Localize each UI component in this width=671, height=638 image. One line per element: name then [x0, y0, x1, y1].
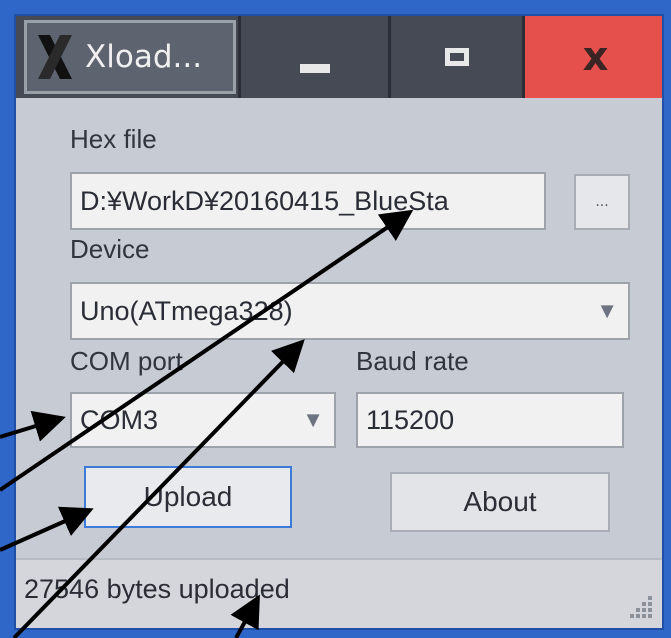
browse-label: ... — [595, 194, 609, 210]
hex-file-input[interactable]: D:¥WorkD¥20160415_BlueSta — [70, 172, 546, 230]
minimize-icon — [299, 63, 330, 73]
chevron-down-icon: ▼ — [302, 407, 324, 432]
xloader-window: Xload... x Hex file D:¥WorkD¥20160415_Bl… — [14, 14, 664, 630]
minimize-button[interactable] — [238, 16, 388, 98]
maximize-icon — [444, 48, 469, 66]
device-label: Device — [70, 234, 150, 264]
hex-file-value: D:¥WorkD¥20160415_BlueSta — [80, 185, 449, 216]
about-button[interactable]: About — [390, 472, 610, 532]
maximize-button[interactable] — [388, 16, 522, 98]
status-text: 27546 bytes uploaded — [24, 574, 290, 604]
window-title: Xload... — [85, 39, 203, 75]
xloader-logo-icon — [35, 32, 75, 82]
hex-file-label: Hex file — [70, 124, 157, 154]
chevron-down-icon: ▼ — [596, 298, 618, 323]
close-icon: x — [582, 34, 609, 80]
com-port-label: COM port — [70, 346, 183, 376]
com-port-value: COM3 — [80, 404, 159, 435]
upload-button[interactable]: Upload — [84, 466, 292, 528]
title-app-area[interactable]: Xload... — [24, 20, 236, 94]
close-button[interactable]: x — [522, 16, 662, 98]
device-value: Uno(ATmega328) — [80, 295, 293, 326]
baud-rate-label: Baud rate — [356, 346, 469, 376]
baud-rate-input[interactable]: 115200 — [356, 392, 624, 448]
about-label: About — [463, 486, 537, 517]
resize-grip-icon[interactable] — [628, 594, 654, 620]
com-port-select[interactable]: COM3 ▼ — [70, 392, 336, 448]
browse-button[interactable]: ... — [574, 174, 630, 230]
status-bar: 27546 bytes uploaded — [16, 558, 662, 628]
upload-label: Upload — [143, 481, 233, 512]
device-select[interactable]: Uno(ATmega328) ▼ — [70, 282, 630, 340]
baud-rate-value: 115200 — [366, 404, 455, 435]
title-bar[interactable]: Xload... x — [16, 16, 662, 98]
